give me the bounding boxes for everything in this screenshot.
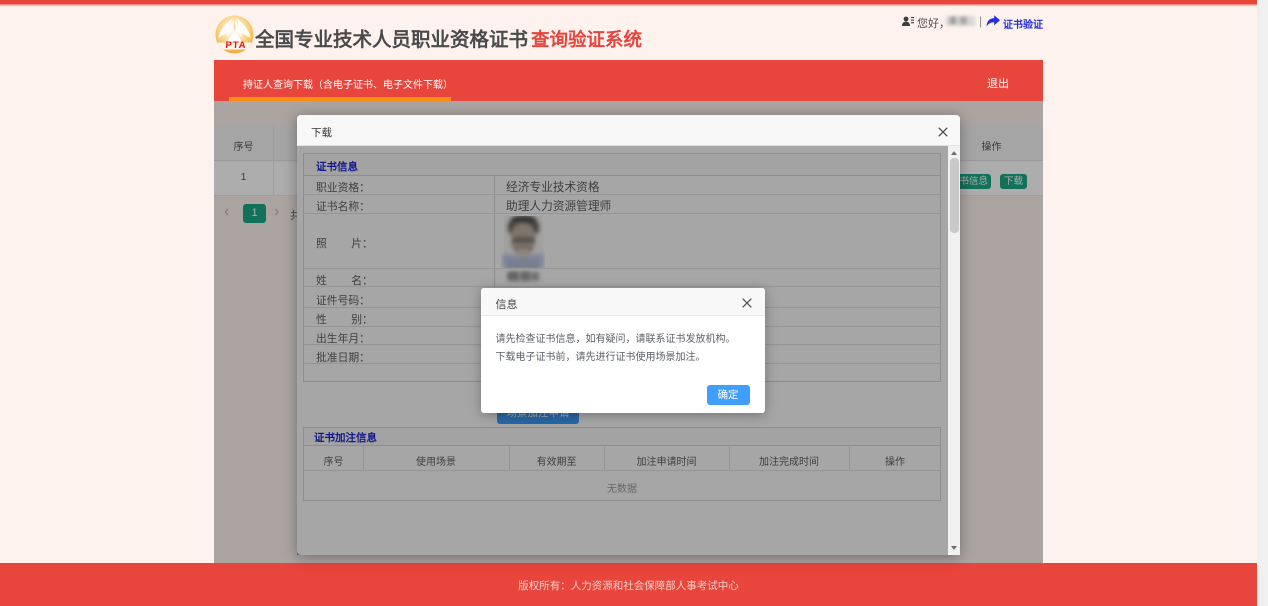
svg-text:PTA: PTA [225,40,247,51]
